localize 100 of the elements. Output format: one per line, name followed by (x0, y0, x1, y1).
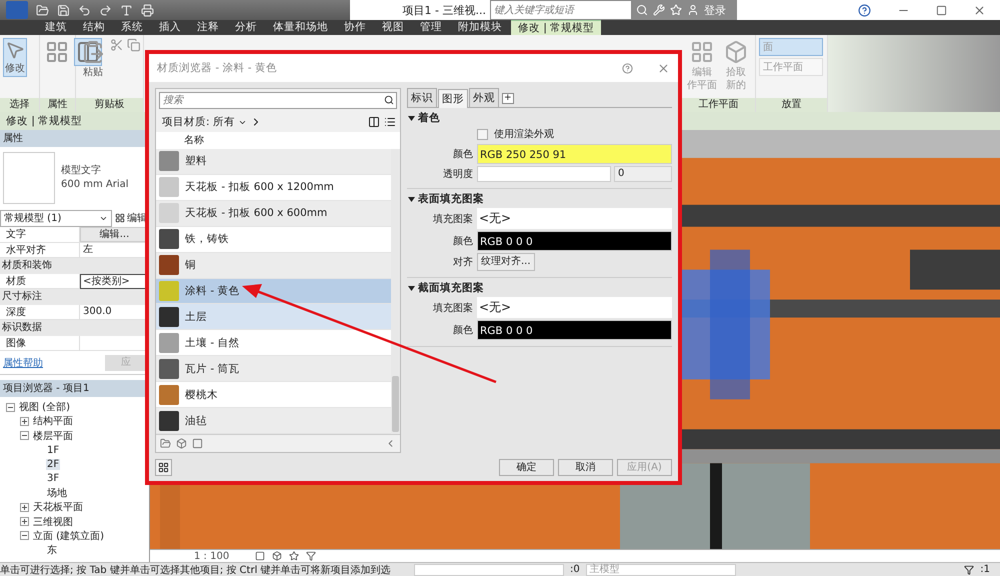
ribbon-tab[interactable]: 分析 (228, 20, 264, 35)
user-icon[interactable] (687, 4, 699, 16)
filter-icon[interactable] (964, 564, 974, 574)
material-item[interactable]: 铁，铸铁 (156, 226, 391, 253)
transparency-field[interactable]: 0 (614, 166, 672, 182)
tree-item[interactable]: 东 (46, 543, 58, 558)
color-field[interactable]: RGB 0 0 0 (477, 320, 672, 340)
star-icon[interactable] (670, 4, 682, 16)
checkbox[interactable] (477, 128, 488, 140)
tree-item[interactable]: 结构平面 (32, 414, 74, 428)
dialog-tab[interactable]: 图形 (438, 89, 468, 108)
ribbon-tab[interactable]: 管理 (413, 20, 449, 35)
texture-align-button[interactable]: 纹理对齐... (477, 253, 535, 271)
new-material-icon[interactable] (176, 438, 187, 449)
scrollbar-thumb[interactable] (392, 376, 399, 432)
ribbon-tab[interactable]: 系统 (114, 20, 150, 35)
type-selector[interactable]: 常规模型 (1) (0, 210, 112, 226)
browser-toggle-button[interactable] (155, 458, 172, 476)
redo-icon[interactable] (99, 4, 112, 16)
help-icon[interactable] (858, 4, 871, 16)
dialog-title: 材质浏览器 - 涂料 - 黄色 (157, 61, 278, 75)
printer-icon[interactable] (141, 4, 154, 16)
search-icon[interactable] (384, 95, 394, 105)
ribbon-tab[interactable]: 附加模块 (451, 20, 509, 35)
ribbon-tab[interactable]: 修改 | 常规模型 (511, 20, 602, 35)
close-icon[interactable] (657, 62, 670, 74)
ribbon-tool[interactable]: 粘贴 (79, 38, 107, 81)
library-icon[interactable] (160, 438, 171, 449)
material-item[interactable]: 涂料 - 黄色 (156, 278, 391, 304)
pattern-field[interactable]: <无> (477, 297, 672, 318)
tree-item[interactable]: 天花板平面 (32, 500, 84, 514)
panel-icon[interactable] (192, 438, 203, 449)
tree-item[interactable]: 立面 (建筑立面) (32, 528, 105, 543)
material-item[interactable]: 天花板 - 扣板 600 x 600mm (156, 200, 391, 227)
expand-icon[interactable] (20, 502, 29, 512)
undo-icon[interactable] (78, 4, 91, 16)
ribbon-tool[interactable]: 修改 (3, 38, 27, 77)
ribbon-tab[interactable]: 插入 (152, 20, 188, 35)
ribbon-tab[interactable]: 视图 (375, 20, 411, 35)
expand-icon[interactable] (20, 517, 29, 526)
help-icon[interactable] (622, 62, 633, 74)
tree-item[interactable]: 三维视图 (32, 514, 74, 529)
text-icon[interactable] (120, 4, 133, 16)
close-icon[interactable] (973, 4, 986, 16)
panel-title: 选择 (0, 98, 39, 112)
material-item[interactable]: 塑料 (156, 149, 391, 175)
section-toggle-icon[interactable] (408, 114, 415, 122)
dialog-button[interactable]: 确定 (499, 458, 554, 476)
section-title: 着色 (418, 111, 440, 125)
visual-style-icon[interactable] (272, 551, 282, 561)
tree-item[interactable]: 场地 (46, 486, 68, 500)
search-field[interactable]: 键入关键字或短语 (490, 0, 632, 20)
search-field[interactable]: 搜索 (159, 92, 397, 109)
color-field[interactable]: RGB 250 250 91 (477, 144, 672, 164)
detail-level-icon[interactable] (255, 551, 265, 561)
tree-item[interactable]: 1F (46, 444, 60, 456)
material-item[interactable]: 瓦片 - 筒瓦 (156, 356, 391, 382)
help-link[interactable]: 属性帮助 (3, 356, 43, 370)
collapse-icon[interactable] (6, 402, 15, 412)
copy-icon[interactable] (126, 38, 140, 52)
material-item[interactable]: 天花板 - 扣板 600 x 1200mm (156, 174, 391, 201)
ribbon-tab[interactable]: 协作 (337, 20, 373, 35)
filter-icon[interactable] (306, 551, 316, 561)
ribbon-tab[interactable]: 注释 (190, 20, 226, 35)
material-item[interactable]: 油毡 (156, 408, 391, 434)
maximize-icon[interactable] (936, 4, 947, 16)
ribbon-tab[interactable]: 建筑 (38, 20, 74, 35)
wrench-icon[interactable] (653, 4, 665, 16)
type-preview (3, 152, 55, 204)
material-item[interactable]: 土壤 - 自然 (156, 330, 391, 356)
tree-item[interactable]: 视图 (全部) (18, 400, 71, 414)
section-toggle-icon[interactable] (408, 284, 415, 292)
tree-item[interactable]: 3F (46, 473, 60, 484)
dialog-button[interactable]: 取消 (558, 458, 613, 476)
material-item[interactable]: 土层 (156, 304, 391, 330)
ribbon-tab[interactable]: 体量和场地 (266, 20, 335, 35)
section-toggle-icon[interactable] (408, 196, 415, 202)
layout-icon[interactable] (368, 116, 380, 128)
open-icon[interactable] (36, 4, 49, 16)
tree-item[interactable]: 2F (46, 458, 60, 470)
pattern-field[interactable]: <无> (477, 208, 672, 229)
tree-item[interactable]: 楼层平面 (32, 428, 74, 443)
dialog-tab[interactable]: 标识 (407, 88, 437, 107)
collapse-icon[interactable] (20, 531, 29, 540)
collapse-icon[interactable] (20, 431, 29, 440)
expand-icon[interactable] (20, 416, 29, 426)
material-item[interactable]: 樱桃木 (156, 382, 391, 408)
dialog-tab[interactable]: 外观 (469, 88, 499, 107)
save-icon[interactable] (57, 4, 70, 16)
property-value[interactable]: 左 (80, 242, 149, 258)
view-scale[interactable]: 1 : 100 (194, 550, 248, 562)
library-filter[interactable]: 项目材质: 所有 (162, 115, 262, 129)
scrollbar[interactable] (391, 149, 400, 434)
color-field[interactable]: RGB 0 0 0 (477, 231, 672, 251)
property-value[interactable]: 300.0 (80, 304, 149, 320)
cut-icon[interactable] (110, 38, 124, 52)
ribbon-tab[interactable]: 结构 (76, 20, 112, 35)
add-tab-button[interactable]: + (502, 93, 514, 104)
property-label: 图像 (0, 336, 80, 350)
material-item[interactable]: 铜 (156, 252, 391, 279)
